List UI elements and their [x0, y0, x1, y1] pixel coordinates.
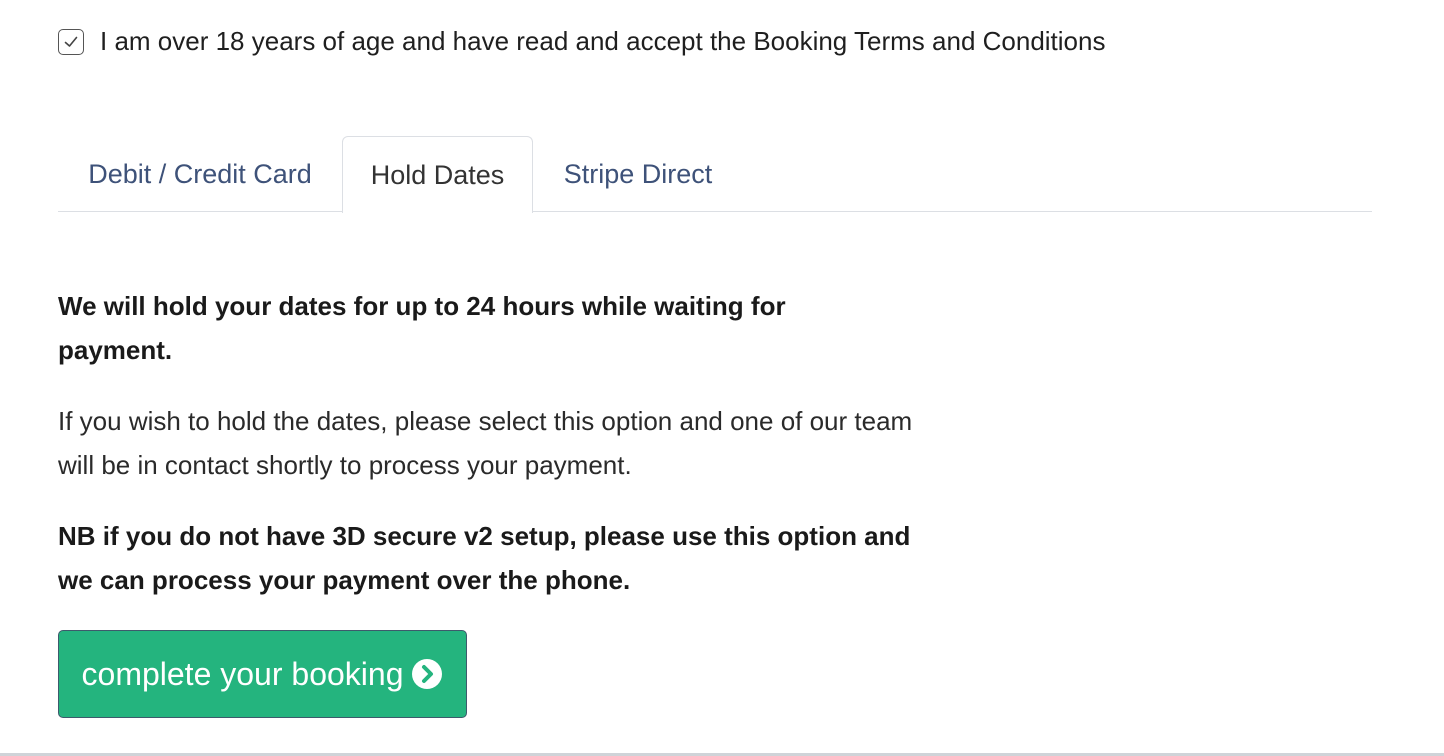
checkmark-icon [64, 36, 78, 47]
hold-heading: We will hold your dates for up to 24 hou… [58, 291, 786, 365]
tab-hold-dates[interactable]: Hold Dates [342, 136, 533, 213]
complete-booking-button[interactable]: complete your booking [58, 630, 467, 718]
hold-description: If you wish to hold the dates, please se… [58, 406, 913, 480]
terms-checkbox[interactable] [58, 28, 84, 55]
tab-debit-credit-card[interactable]: Debit / Credit Card [58, 136, 342, 212]
complete-booking-label: complete your booking [81, 655, 404, 692]
terms-label[interactable]: I am over 18 years of age and have read … [100, 26, 1105, 57]
secure-note: NB if you do not have 3D secure v2 setup… [58, 521, 911, 595]
terms-consent: I am over 18 years of age and have read … [58, 26, 1105, 57]
chevron-circle-right-icon [411, 658, 443, 690]
tab-stripe-direct[interactable]: Stripe Direct [533, 136, 743, 212]
payment-tabs: Debit / Credit Card Hold Dates Stripe Di… [58, 136, 1372, 213]
